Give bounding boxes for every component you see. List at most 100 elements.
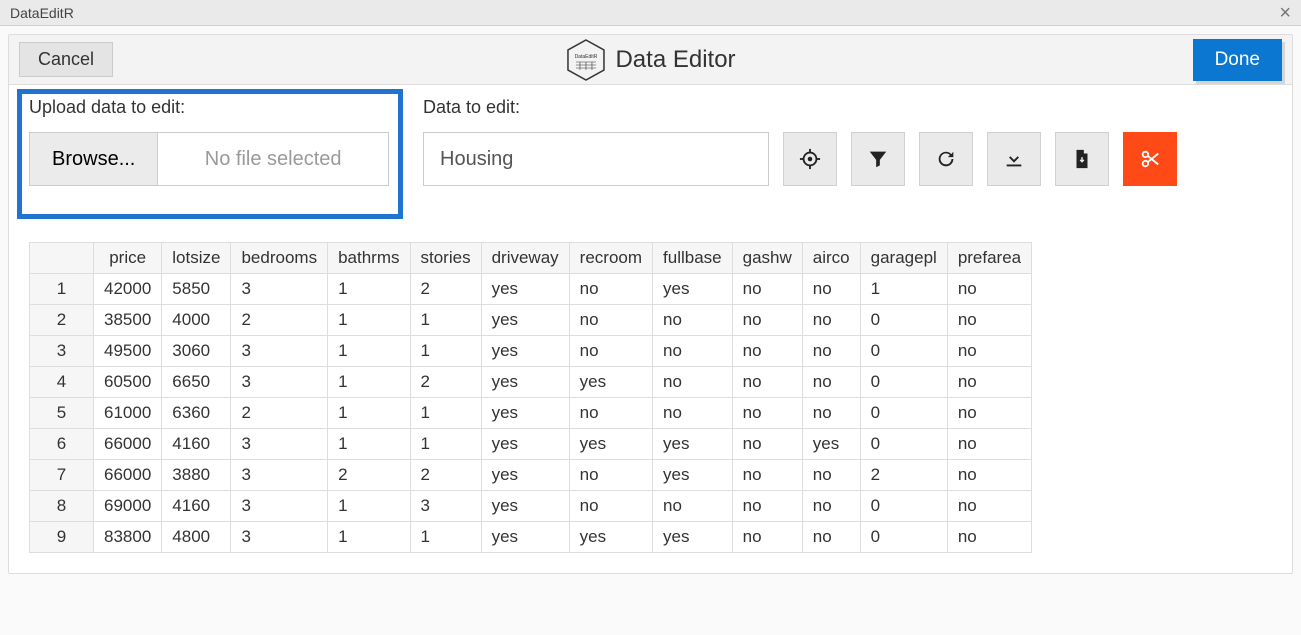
cell[interactable]: 3	[231, 522, 328, 553]
cell[interactable]: yes	[481, 429, 569, 460]
filter-button[interactable]	[851, 132, 905, 186]
cell[interactable]: no	[947, 367, 1031, 398]
table-row[interactable]: 8690004160313yesnononono0no	[30, 491, 1032, 522]
cell[interactable]: 42000	[94, 274, 162, 305]
cell[interactable]: 3880	[162, 460, 231, 491]
cell[interactable]: no	[947, 336, 1031, 367]
cell[interactable]: no	[732, 305, 802, 336]
table-row[interactable]: 5610006360211yesnononono0no	[30, 398, 1032, 429]
cell[interactable]: no	[947, 491, 1031, 522]
target-button[interactable]	[783, 132, 837, 186]
cell[interactable]: no	[802, 398, 860, 429]
row-number[interactable]: 1	[30, 274, 94, 305]
cell[interactable]: no	[569, 305, 652, 336]
cell[interactable]: 1	[328, 305, 410, 336]
table-row[interactable]: 1420005850312yesnoyesnono1no	[30, 274, 1032, 305]
cell[interactable]: 3	[231, 274, 328, 305]
refresh-button[interactable]	[919, 132, 973, 186]
cell[interactable]: 61000	[94, 398, 162, 429]
row-number[interactable]: 8	[30, 491, 94, 522]
cell[interactable]: 1	[328, 367, 410, 398]
cell[interactable]: 1	[328, 491, 410, 522]
cell[interactable]: no	[802, 522, 860, 553]
cell[interactable]: yes	[481, 398, 569, 429]
cut-button[interactable]	[1123, 132, 1177, 186]
cell[interactable]: 0	[860, 491, 947, 522]
cell[interactable]: no	[732, 460, 802, 491]
cell[interactable]: yes	[653, 274, 733, 305]
column-header[interactable]: gashw	[732, 243, 802, 274]
cell[interactable]: 3	[231, 460, 328, 491]
cell[interactable]: no	[732, 274, 802, 305]
cell[interactable]: yes	[653, 460, 733, 491]
cell[interactable]: 3	[231, 491, 328, 522]
cell[interactable]: yes	[481, 336, 569, 367]
cell[interactable]: no	[947, 398, 1031, 429]
cell[interactable]: no	[653, 367, 733, 398]
table-row[interactable]: 2385004000211yesnononono0no	[30, 305, 1032, 336]
cell[interactable]: 2	[410, 274, 481, 305]
table-row[interactable]: 9838004800311yesyesyesnono0no	[30, 522, 1032, 553]
cell[interactable]: 1	[328, 336, 410, 367]
cell[interactable]: 4000	[162, 305, 231, 336]
column-header[interactable]: airco	[802, 243, 860, 274]
file-button[interactable]	[1055, 132, 1109, 186]
cell[interactable]: no	[947, 460, 1031, 491]
column-header[interactable]: garagepl	[860, 243, 947, 274]
column-header[interactable]: prefarea	[947, 243, 1031, 274]
cancel-button[interactable]: Cancel	[19, 42, 113, 77]
cell[interactable]: no	[802, 491, 860, 522]
row-number[interactable]: 9	[30, 522, 94, 553]
cell[interactable]: 3	[231, 336, 328, 367]
cell[interactable]: no	[802, 336, 860, 367]
column-header[interactable]: recroom	[569, 243, 652, 274]
cell[interactable]: 83800	[94, 522, 162, 553]
table-row[interactable]: 3495003060311yesnononono0no	[30, 336, 1032, 367]
cell[interactable]: 0	[860, 305, 947, 336]
cell[interactable]: 1	[860, 274, 947, 305]
column-header[interactable]: stories	[410, 243, 481, 274]
cell[interactable]: 2	[410, 460, 481, 491]
cell[interactable]: 3	[231, 429, 328, 460]
cell[interactable]: 1	[410, 336, 481, 367]
cell[interactable]: 6360	[162, 398, 231, 429]
cell[interactable]: 1	[328, 522, 410, 553]
cell[interactable]: no	[569, 274, 652, 305]
cell[interactable]: 4160	[162, 429, 231, 460]
cell[interactable]: no	[653, 336, 733, 367]
cell[interactable]: 0	[860, 429, 947, 460]
row-number[interactable]: 7	[30, 460, 94, 491]
cell[interactable]: 3	[410, 491, 481, 522]
cell[interactable]: 1	[410, 305, 481, 336]
cell[interactable]: no	[732, 522, 802, 553]
cell[interactable]: no	[802, 305, 860, 336]
cell[interactable]: no	[569, 460, 652, 491]
row-number[interactable]: 3	[30, 336, 94, 367]
cell[interactable]: 4800	[162, 522, 231, 553]
cell[interactable]: 66000	[94, 429, 162, 460]
cell[interactable]: 3	[231, 367, 328, 398]
cell[interactable]: 2	[231, 398, 328, 429]
cell[interactable]: no	[732, 398, 802, 429]
cell[interactable]: no	[947, 522, 1031, 553]
download-button[interactable]	[987, 132, 1041, 186]
cell[interactable]: 1	[328, 429, 410, 460]
column-header[interactable]: lotsize	[162, 243, 231, 274]
cell[interactable]: 49500	[94, 336, 162, 367]
cell[interactable]: no	[653, 305, 733, 336]
cell[interactable]: yes	[653, 429, 733, 460]
cell[interactable]: yes	[569, 429, 652, 460]
cell[interactable]: yes	[481, 522, 569, 553]
table-row[interactable]: 6660004160311yesyesyesnoyes0no	[30, 429, 1032, 460]
row-number[interactable]: 2	[30, 305, 94, 336]
cell[interactable]: no	[732, 336, 802, 367]
cell[interactable]: no	[653, 398, 733, 429]
cell[interactable]: 1	[410, 429, 481, 460]
cell[interactable]: 60500	[94, 367, 162, 398]
column-header[interactable]: bathrms	[328, 243, 410, 274]
cell[interactable]: no	[732, 429, 802, 460]
cell[interactable]: 38500	[94, 305, 162, 336]
cell[interactable]: yes	[481, 491, 569, 522]
column-header[interactable]: bedrooms	[231, 243, 328, 274]
cell[interactable]: no	[947, 305, 1031, 336]
